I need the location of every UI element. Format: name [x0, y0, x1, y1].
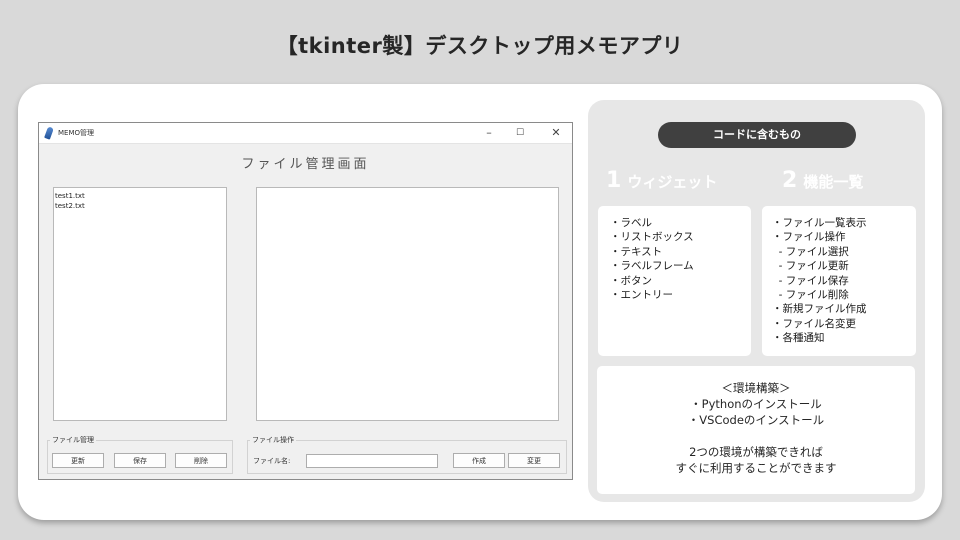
section-title: 機能一覧	[803, 173, 864, 191]
widget-item: ・テキスト	[610, 245, 663, 258]
environment-line: 2つの環境が構築できれば	[689, 445, 823, 459]
section-number: 2	[782, 168, 798, 193]
feature-item: ・新規ファイル作成	[772, 303, 867, 316]
code-contents-pill: コードに含むもの	[658, 122, 856, 148]
file-manage-frame-label: ファイル管理	[50, 435, 96, 445]
feature-item: - ファイル削除	[772, 289, 849, 302]
widget-item: ・ボタン	[610, 274, 652, 287]
feature-item: ・各種通知	[772, 332, 825, 345]
feature-item: ・ファイル名変更	[772, 317, 856, 330]
window-title: MEMO管理	[58, 129, 95, 137]
widget-item: ・ラベルフレーム	[610, 260, 694, 273]
widgets-box: ・ラベル ・リストボックス ・テキスト ・ラベルフレーム ・ボタン ・エントリー	[598, 206, 751, 356]
feature-item: - ファイル選択	[772, 245, 849, 258]
environment-box: ＜環境構築＞ ・Pythonのインストール ・VSCodeのインストール 2つの…	[597, 366, 915, 494]
filename-label: ファイル名:	[253, 457, 291, 465]
widget-item: ・ラベル	[610, 217, 652, 229]
minimize-button[interactable]: –	[474, 124, 504, 142]
memo-text-area[interactable]	[256, 187, 559, 421]
screen-heading: ファイル管理画面	[241, 157, 370, 172]
features-box: ・ファイル一覧表示 ・ファイル操作 - ファイル選択 - ファイル更新 - ファ…	[762, 206, 916, 356]
rename-button[interactable]: 変更	[508, 453, 560, 468]
create-button[interactable]: 作成	[453, 453, 505, 468]
close-button[interactable]: ✕	[541, 124, 571, 142]
section-features-heading: 2 機能一覧	[782, 168, 863, 193]
widget-item: ・エントリー	[610, 289, 673, 302]
section-number: 1	[606, 168, 622, 193]
feature-item: ・ファイル操作	[772, 231, 846, 244]
delete-button[interactable]: 削除	[175, 453, 227, 468]
widget-item: ・リストボックス	[610, 231, 694, 244]
filename-input[interactable]	[306, 454, 438, 468]
feather-icon	[44, 126, 54, 140]
environment-line: すぐに利用することができます	[675, 461, 837, 475]
save-button[interactable]: 保存	[114, 453, 166, 468]
file-listbox[interactable]: test1.txt test2.txt	[53, 187, 227, 421]
list-item[interactable]: test1.txt	[55, 191, 226, 201]
page-title: 【tkinter製】デスクトップ用メモアプリ	[276, 34, 684, 58]
maximize-button[interactable]: ☐	[505, 124, 535, 142]
list-item[interactable]: test2.txt	[55, 201, 226, 211]
refresh-button[interactable]: 更新	[52, 453, 104, 468]
window-titlebar: MEMO管理 – ☐ ✕	[39, 123, 572, 144]
feature-item: - ファイル保存	[772, 274, 849, 287]
environment-line: ＜環境構築＞	[721, 381, 791, 395]
feature-item: ・ファイル一覧表示	[772, 217, 867, 229]
file-operation-frame-label: ファイル操作	[250, 435, 296, 445]
environment-line: ・Pythonのインストール	[690, 397, 822, 411]
environment-line	[597, 428, 915, 444]
feature-item: - ファイル更新	[772, 260, 849, 273]
app-window: MEMO管理 – ☐ ✕ ファイル管理画面 test1.txt test2.tx…	[38, 122, 573, 480]
section-widgets-heading: 1 ウィジェット	[606, 168, 717, 193]
environment-line: ・VSCodeのインストール	[687, 413, 825, 427]
section-title: ウィジェット	[627, 173, 718, 191]
